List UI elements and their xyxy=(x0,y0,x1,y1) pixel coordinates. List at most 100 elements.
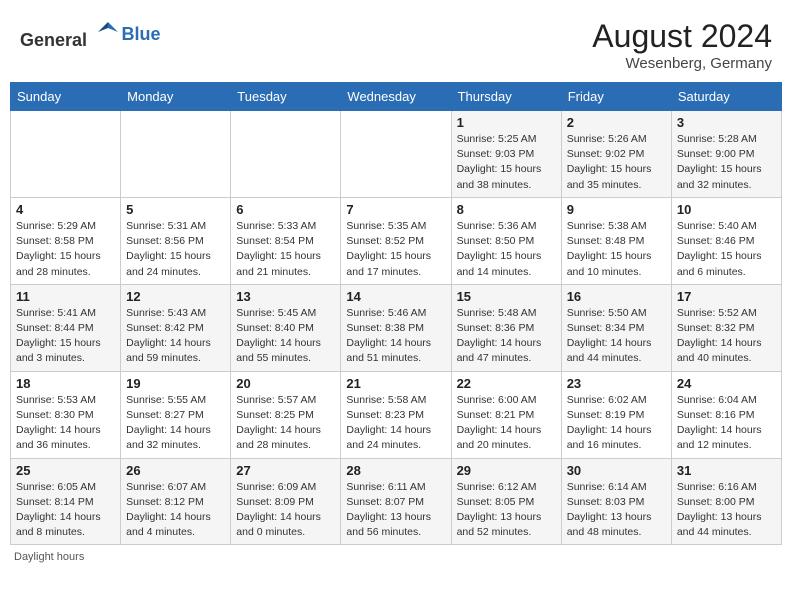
location: Wesenberg, Germany xyxy=(592,55,772,72)
day-number: 8 xyxy=(457,202,556,217)
calendar-day-header: Sunday xyxy=(11,83,121,111)
day-number: 6 xyxy=(236,202,335,217)
day-info: Sunrise: 5:26 AM Sunset: 9:02 PM Dayligh… xyxy=(567,132,666,193)
calendar-day-header: Tuesday xyxy=(231,83,341,111)
calendar-day-cell xyxy=(121,111,231,198)
calendar-day-cell: 7Sunrise: 5:35 AM Sunset: 8:52 PM Daylig… xyxy=(341,197,451,284)
day-info: Sunrise: 6:11 AM Sunset: 8:07 PM Dayligh… xyxy=(346,480,445,541)
calendar-day-cell: 20Sunrise: 5:57 AM Sunset: 8:25 PM Dayli… xyxy=(231,371,341,458)
calendar-day-cell: 12 Sunrise: 5:43 AM Sunset: 8:42 PM Dayli… xyxy=(121,284,231,371)
calendar-day-cell: 2 Sunrise: 5:26 AM Sunset: 9:02 PM Daylig… xyxy=(561,111,671,198)
calendar-header-row: SundayMondayTuesdayWednesdayThursdayFrid… xyxy=(11,83,782,111)
day-info: Sunrise: 5:52 AM Sunset: 8:32 PM Dayligh… xyxy=(677,306,776,367)
calendar-day-cell: 11 Sunrise: 5:41 AM Sunset: 8:44 PM Dayli… xyxy=(11,284,121,371)
calendar-day-cell: 23Sunrise: 6:02 AM Sunset: 8:19 PM Dayli… xyxy=(561,371,671,458)
calendar-day-cell: 22Sunrise: 6:00 AM Sunset: 8:21 PM Dayli… xyxy=(451,371,561,458)
calendar-day-cell: 24 Sunrise: 6:04 AM Sunset: 8:16 PM Dayli… xyxy=(671,371,781,458)
calendar-day-cell: 10Sunrise: 5:40 AM Sunset: 8:46 PM Dayli… xyxy=(671,197,781,284)
calendar-day-header: Friday xyxy=(561,83,671,111)
calendar-week-row: 11 Sunrise: 5:41 AM Sunset: 8:44 PM Dayli… xyxy=(11,284,782,371)
logo: General Blue xyxy=(20,18,161,51)
day-number: 5 xyxy=(126,202,225,217)
calendar-table: SundayMondayTuesdayWednesdayThursdayFrid… xyxy=(10,82,782,545)
calendar-day-cell: 9 Sunrise: 5:38 AM Sunset: 8:48 PM Daylig… xyxy=(561,197,671,284)
day-number: 24 xyxy=(677,376,776,391)
day-number: 25 xyxy=(16,463,115,478)
day-number: 4 xyxy=(16,202,115,217)
calendar-day-cell: 16Sunrise: 5:50 AM Sunset: 8:34 PM Dayli… xyxy=(561,284,671,371)
calendar-day-cell: 3Sunrise: 5:28 AM Sunset: 9:00 PM Daylig… xyxy=(671,111,781,198)
calendar-week-row: 1 Sunrise: 5:25 AM Sunset: 9:03 PM Daylig… xyxy=(11,111,782,198)
day-info: Sunrise: 6:04 AM Sunset: 8:16 PM Dayligh… xyxy=(677,393,776,454)
calendar-day-cell xyxy=(231,111,341,198)
calendar-day-cell: 21 Sunrise: 5:58 AM Sunset: 8:23 PM Dayli… xyxy=(341,371,451,458)
day-info: Sunrise: 5:31 AM Sunset: 8:56 PM Dayligh… xyxy=(126,219,225,280)
day-info: Sunrise: 5:29 AM Sunset: 8:58 PM Dayligh… xyxy=(16,219,115,280)
calendar-day-cell: 19 Sunrise: 5:55 AM Sunset: 8:27 PM Dayli… xyxy=(121,371,231,458)
day-info: Sunrise: 5:33 AM Sunset: 8:54 PM Dayligh… xyxy=(236,219,335,280)
day-number: 12 xyxy=(126,289,225,304)
calendar-day-cell: 1 Sunrise: 5:25 AM Sunset: 9:03 PM Daylig… xyxy=(451,111,561,198)
day-number: 9 xyxy=(567,202,666,217)
day-number: 31 xyxy=(677,463,776,478)
day-number: 27 xyxy=(236,463,335,478)
day-info: Sunrise: 5:25 AM Sunset: 9:03 PM Dayligh… xyxy=(457,132,556,193)
day-info: Sunrise: 6:14 AM Sunset: 8:03 PM Dayligh… xyxy=(567,480,666,541)
day-info: Sunrise: 5:43 AM Sunset: 8:42 PM Dayligh… xyxy=(126,306,225,367)
calendar-day-cell: 8 Sunrise: 5:36 AM Sunset: 8:50 PM Daylig… xyxy=(451,197,561,284)
day-number: 13 xyxy=(236,289,335,304)
day-info: Sunrise: 6:07 AM Sunset: 8:12 PM Dayligh… xyxy=(126,480,225,541)
day-number: 21 xyxy=(346,376,445,391)
day-info: Sunrise: 5:58 AM Sunset: 8:23 PM Dayligh… xyxy=(346,393,445,454)
day-info: Sunrise: 5:40 AM Sunset: 8:46 PM Dayligh… xyxy=(677,219,776,280)
day-number: 14 xyxy=(346,289,445,304)
logo-blue: Blue xyxy=(122,24,161,45)
calendar-day-cell: 14Sunrise: 5:46 AM Sunset: 8:38 PM Dayli… xyxy=(341,284,451,371)
month-year: August 2024 xyxy=(592,18,772,55)
calendar-day-header: Wednesday xyxy=(341,83,451,111)
day-number: 11 xyxy=(16,289,115,304)
day-info: Sunrise: 5:38 AM Sunset: 8:48 PM Dayligh… xyxy=(567,219,666,280)
logo-icon xyxy=(94,18,122,46)
day-info: Sunrise: 5:55 AM Sunset: 8:27 PM Dayligh… xyxy=(126,393,225,454)
day-number: 26 xyxy=(126,463,225,478)
day-info: Sunrise: 5:53 AM Sunset: 8:30 PM Dayligh… xyxy=(16,393,115,454)
page-header: General Blue August 2024 Wesenberg, Germ… xyxy=(10,10,782,78)
day-number: 17 xyxy=(677,289,776,304)
day-number: 19 xyxy=(126,376,225,391)
day-info: Sunrise: 6:09 AM Sunset: 8:09 PM Dayligh… xyxy=(236,480,335,541)
day-info: Sunrise: 5:28 AM Sunset: 9:00 PM Dayligh… xyxy=(677,132,776,193)
day-info: Sunrise: 5:45 AM Sunset: 8:40 PM Dayligh… xyxy=(236,306,335,367)
calendar-day-cell: 4 Sunrise: 5:29 AM Sunset: 8:58 PM Daylig… xyxy=(11,197,121,284)
title-block: August 2024 Wesenberg, Germany xyxy=(592,18,772,72)
calendar-day-cell: 5 Sunrise: 5:31 AM Sunset: 8:56 PM Daylig… xyxy=(121,197,231,284)
calendar-day-cell xyxy=(341,111,451,198)
calendar-day-cell xyxy=(11,111,121,198)
day-info: Sunrise: 6:16 AM Sunset: 8:00 PM Dayligh… xyxy=(677,480,776,541)
day-number: 30 xyxy=(567,463,666,478)
calendar-week-row: 25 Sunrise: 6:05 AM Sunset: 8:14 PM Dayli… xyxy=(11,458,782,545)
calendar-day-cell: 30 Sunrise: 6:14 AM Sunset: 8:03 PM Dayli… xyxy=(561,458,671,545)
day-info: Sunrise: 6:02 AM Sunset: 8:19 PM Dayligh… xyxy=(567,393,666,454)
day-info: Sunrise: 5:36 AM Sunset: 8:50 PM Dayligh… xyxy=(457,219,556,280)
day-number: 18 xyxy=(16,376,115,391)
day-number: 28 xyxy=(346,463,445,478)
calendar-week-row: 18 Sunrise: 5:53 AM Sunset: 8:30 PM Dayli… xyxy=(11,371,782,458)
calendar-day-cell: 17 Sunrise: 5:52 AM Sunset: 8:32 PM Dayli… xyxy=(671,284,781,371)
calendar-week-row: 4 Sunrise: 5:29 AM Sunset: 8:58 PM Daylig… xyxy=(11,197,782,284)
day-info: Sunrise: 6:05 AM Sunset: 8:14 PM Dayligh… xyxy=(16,480,115,541)
calendar-day-cell: 25 Sunrise: 6:05 AM Sunset: 8:14 PM Dayli… xyxy=(11,458,121,545)
calendar-day-cell: 31 Sunrise: 6:16 AM Sunset: 8:00 PM Dayli… xyxy=(671,458,781,545)
footer-note: Daylight hours xyxy=(10,551,782,563)
day-info: Sunrise: 5:41 AM Sunset: 8:44 PM Dayligh… xyxy=(16,306,115,367)
day-info: Sunrise: 6:12 AM Sunset: 8:05 PM Dayligh… xyxy=(457,480,556,541)
calendar-day-cell: 27 Sunrise: 6:09 AM Sunset: 8:09 PM Dayli… xyxy=(231,458,341,545)
day-number: 16 xyxy=(567,289,666,304)
calendar-day-cell: 26 Sunrise: 6:07 AM Sunset: 8:12 PM Dayli… xyxy=(121,458,231,545)
calendar-day-header: Thursday xyxy=(451,83,561,111)
day-number: 1 xyxy=(457,115,556,130)
day-number: 29 xyxy=(457,463,556,478)
calendar-day-cell: 15Sunrise: 5:48 AM Sunset: 8:36 PM Dayli… xyxy=(451,284,561,371)
day-number: 2 xyxy=(567,115,666,130)
logo-general: General xyxy=(20,30,87,50)
